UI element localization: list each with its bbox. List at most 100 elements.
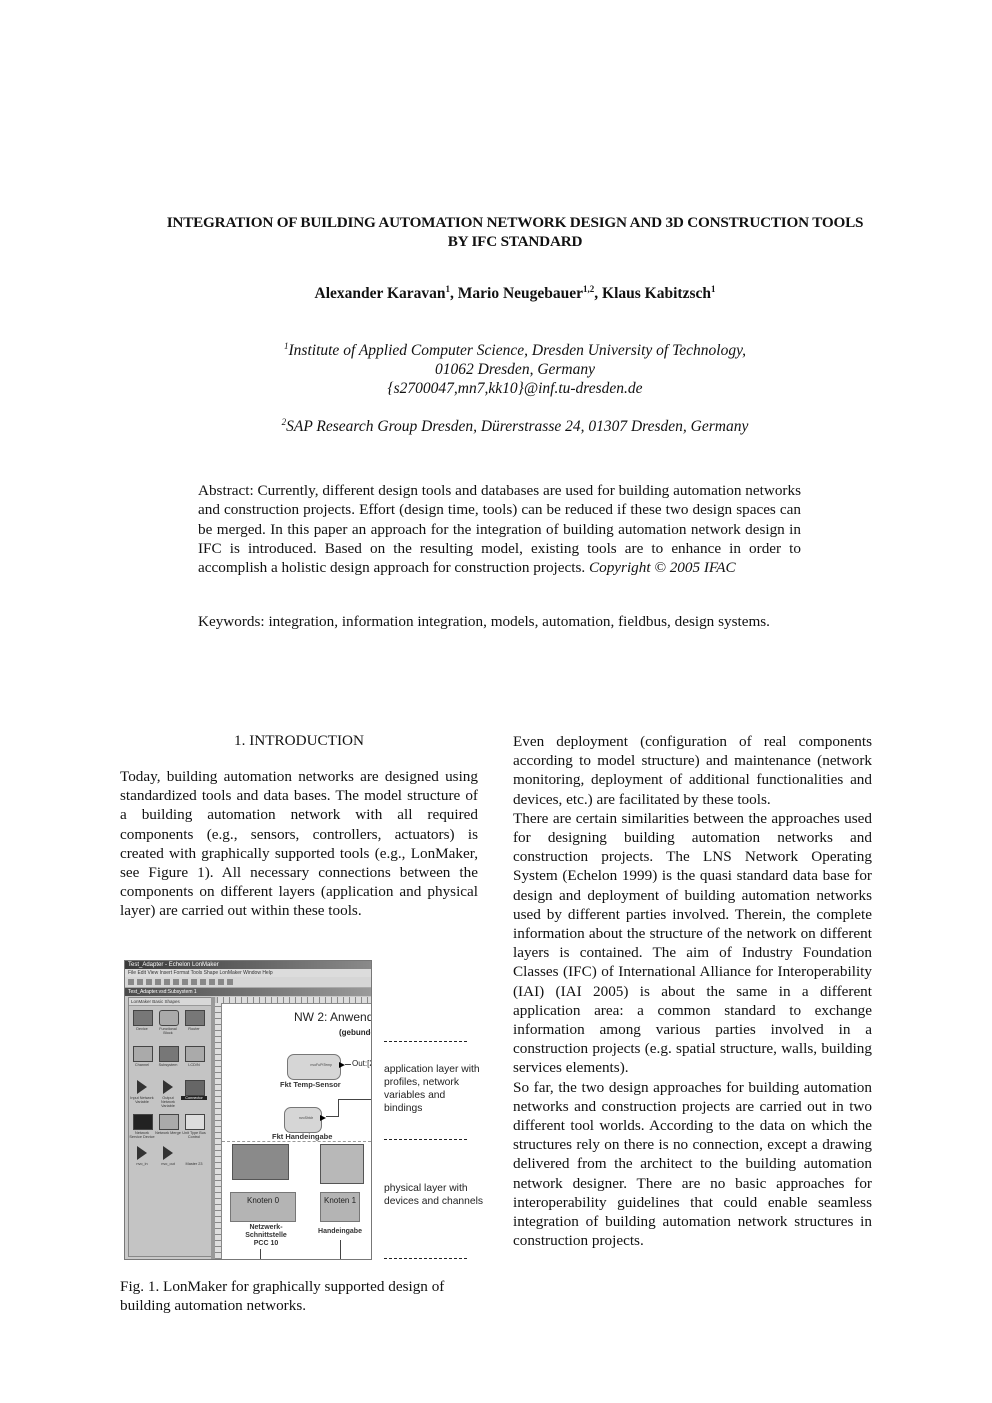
subsystem-icon (159, 1046, 179, 1062)
functional-block-icon (159, 1010, 179, 1026)
intro-paragraph: Today, building automation networks are … (120, 768, 478, 920)
canvas-subtitle: (gebunde (339, 1028, 372, 1037)
affiliation-1: 1Institute of Applied Computer Science, … (110, 337, 920, 398)
output-nv-icon (163, 1080, 173, 1094)
copy-icon (182, 979, 188, 985)
cut-icon (173, 979, 179, 985)
unit-type-icon (185, 1114, 205, 1130)
binding-line (338, 1099, 339, 1117)
affiliation-address: 01062 Dresden, Germany (435, 361, 595, 379)
horizontal-ruler (217, 997, 371, 1004)
binding-line (326, 1116, 338, 1117)
stencil-label: Connector (181, 1096, 207, 1100)
author-name: Klaus Kabitzsch (602, 285, 711, 303)
binding-line (345, 1064, 351, 1065)
stencil-label: Device (136, 1027, 148, 1031)
vertical-ruler (215, 1003, 222, 1259)
channel-icon (133, 1046, 153, 1062)
device-node-1: Knoten 1 (320, 1192, 360, 1222)
author-affiliation-mark: 1 (711, 284, 716, 294)
open-icon (137, 979, 143, 985)
title-line-1: INTEGRATION OF BUILDING AUTOMATION NETWO… (166, 214, 864, 231)
abstract: Abstract: Currently, different design to… (198, 481, 801, 577)
node-label: Netzwerk- Schnittstelle PCC 10 (245, 1224, 287, 1247)
stencil-label: Master 23 (185, 1162, 203, 1166)
affiliation-email[interactable]: {s2700047,mn7,kk10}@inf.tu-dresden.de (110, 379, 920, 398)
stencil-label: Unit Type Bus Control (182, 1131, 206, 1139)
block-label: Fkt Temp-Sensor (280, 1080, 341, 1089)
author-separator: , (594, 285, 603, 303)
channel-line (340, 1240, 341, 1259)
stencil-label: Network Merge (155, 1131, 181, 1135)
layer-divider (222, 1141, 371, 1142)
nvo-out-icon (163, 1146, 173, 1160)
copyright-notice: Copyright © 2005 IFAC (588, 559, 736, 577)
author-list: Alexander Karavan 1, Mario Neugebauer1,2,… (110, 284, 920, 303)
network-merge-icon (159, 1114, 179, 1130)
save-icon (146, 979, 152, 985)
device-shape-icon (133, 1010, 153, 1026)
body-paragraph: There are certain similarities between t… (513, 809, 872, 1077)
preview-icon (164, 979, 170, 985)
stencil-label: LCD/N (188, 1063, 200, 1067)
network-service-device-icon (133, 1114, 153, 1130)
paper-title: INTEGRATION OF BUILDING AUTOMATION NETWO… (110, 213, 920, 251)
toolbar (125, 977, 371, 988)
stencil-label: Network Service Device (129, 1131, 155, 1139)
body-paragraph: Even deployment (configuration of real c… (513, 733, 872, 808)
figure-caption: Fig. 1. LonMaker for graphically support… (120, 1278, 445, 1315)
functional-block-temp-sensor: nvoFuPtTemp (287, 1054, 345, 1080)
stencil-label: Output Network Variable (161, 1096, 175, 1108)
section-heading: 1. INTRODUCTION (234, 732, 364, 749)
author-separator: , (450, 285, 458, 303)
drawing-canvas: NW 2: Anwendu (gebunde nvoFuPtTemp Out:[… (222, 1004, 371, 1259)
pointer-icon (200, 979, 206, 985)
affiliation-institute: Institute of Applied Computer Science, D… (288, 342, 746, 360)
title-line-2: BY IFC STANDARD (447, 233, 583, 250)
stencil-label: nvo_out (161, 1162, 175, 1166)
nvo-in-icon (137, 1146, 147, 1160)
author-affiliation-mark: 1,2 (583, 284, 595, 294)
application-layer-annotation: application layer with profiles, network… (384, 1064, 480, 1114)
affiliation-institute: SAP Research Group Dresden, Dürerstrasse… (286, 418, 749, 436)
rectangle-icon (227, 979, 233, 985)
functional-block-handeingabe: nvoShtdr (284, 1107, 326, 1133)
layer-boundary-line (384, 1258, 467, 1259)
device-module-image (320, 1144, 364, 1184)
block-label: Fkt Handeingabe (272, 1132, 333, 1141)
connector-icon (209, 979, 215, 985)
menu-bar: File Edit View Insert Format Tools Shape… (125, 969, 371, 977)
device-node-0: Knoten 0 (230, 1192, 296, 1222)
body-paragraph: So far, the two design approaches for bu… (513, 1078, 872, 1250)
keywords: Keywords: integration, information integ… (198, 613, 770, 630)
new-icon (128, 979, 134, 985)
document-titlebar: Test_Adapter.vsd:Subsystem 1 (125, 988, 371, 996)
stencil-label: Subsystem (158, 1063, 178, 1067)
lcd-icon (185, 1046, 205, 1062)
stencil-label: Router (188, 1027, 200, 1031)
network-variable-label: nvoFuPtTemp (310, 1063, 332, 1067)
figure-lonmaker-screenshot: Test_Adapter - Echelon LonMaker File Edi… (124, 960, 372, 1260)
network-variable-label: nvoShtdr (298, 1116, 313, 1120)
layer-boundary-line (384, 1041, 467, 1042)
stencil-panel: LonMaker Basic Shapes Device Functional … (128, 997, 212, 1257)
node-label: Handeingabe (318, 1228, 362, 1235)
stencil-header: LonMaker Basic Shapes (129, 998, 211, 1006)
connector-shape-icon (185, 1080, 205, 1096)
binding-line (338, 1099, 371, 1100)
router-icon (185, 1010, 205, 1026)
affiliation-2: 2SAP Research Group Dresden, Dürerstrass… (110, 413, 920, 436)
layer-boundary-line (384, 1139, 467, 1140)
channel-line (260, 1249, 261, 1259)
physical-layer-annotation: physical layer with devices and channels (384, 1183, 484, 1207)
input-nv-icon (137, 1080, 147, 1094)
print-icon (155, 979, 161, 985)
output-label: Out:[2 (352, 1059, 372, 1068)
paste-icon (191, 979, 197, 985)
text-icon (218, 979, 224, 985)
canvas-title: NW 2: Anwendu (294, 1010, 372, 1024)
right-column: Even deployment (configuration of real c… (513, 732, 872, 1250)
author-name: Alexander Karavan (314, 285, 446, 303)
stencil-label: Input Network Variable (130, 1096, 154, 1104)
pcc-card-image (232, 1144, 289, 1180)
